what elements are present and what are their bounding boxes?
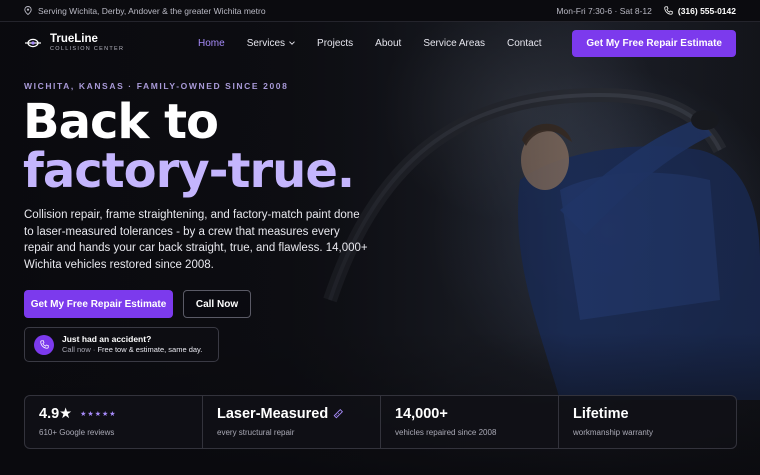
call-now-button[interactable]: Call Now bbox=[183, 290, 251, 318]
nav-item-about[interactable]: About bbox=[375, 38, 401, 49]
accident-sub-emphasis: Free tow & estimate, same day. bbox=[97, 345, 203, 354]
nav-menu: Home Services Projects About Service Are… bbox=[198, 38, 563, 49]
headline-line-2: factory-true. bbox=[23, 143, 355, 199]
nav-item-service-areas[interactable]: Service Areas bbox=[423, 38, 485, 49]
nav-item-home[interactable]: Home bbox=[198, 38, 225, 49]
brand-logo[interactable]: TrueLine COLLISION CENTER bbox=[24, 32, 198, 53]
stat-laser: Laser-Measured every structural repair bbox=[202, 396, 380, 448]
nav-item-projects[interactable]: Projects bbox=[317, 38, 353, 49]
stat-rating: 4.9★ ★★★★★ 610+ Google reviews bbox=[25, 396, 202, 448]
stats-bar: 4.9★ ★★★★★ 610+ Google reviews Laser-Meas… bbox=[24, 395, 737, 449]
accident-callout[interactable]: Just had an accident? Call now · Free to… bbox=[24, 327, 219, 362]
accident-title: Just had an accident? bbox=[62, 334, 152, 344]
stat-warranty-value: Lifetime bbox=[573, 406, 629, 422]
headline-line-1: Back to bbox=[23, 94, 219, 150]
accident-sub-prefix: Call now · bbox=[62, 345, 98, 354]
accident-subtitle: Call now · Free tow & estimate, same day… bbox=[62, 345, 202, 355]
stat-vehicles: 14,000+ vehicles repaired since 2008 bbox=[380, 396, 558, 448]
nav-item-services[interactable]: Services bbox=[247, 38, 295, 49]
location-pin-icon bbox=[24, 6, 32, 15]
trueline-logo-icon bbox=[25, 38, 41, 48]
stat-laser-label: every structural repair bbox=[217, 428, 295, 437]
brand-tagline: COLLISION CENTER bbox=[50, 46, 125, 52]
hero-description: Collision repair, frame straightening, a… bbox=[24, 209, 368, 271]
nav-item-contact[interactable]: Contact bbox=[507, 38, 541, 49]
service-area-text: Serving Wichita, Derby, Andover & the gr… bbox=[38, 5, 266, 16]
accident-phone-badge bbox=[34, 334, 54, 355]
stat-vehicles-value: 14,000+ bbox=[395, 406, 448, 422]
stat-vehicles-label: vehicles repaired since 2008 bbox=[395, 428, 497, 437]
business-hours: Mon-Fri 7:30-6 · Sat 8-12 bbox=[556, 5, 652, 16]
main-navigation: TrueLine COLLISION CENTER Home Services … bbox=[0, 22, 760, 64]
ruler-icon bbox=[333, 409, 344, 419]
phone-icon bbox=[664, 6, 673, 15]
nav-estimate-button[interactable]: Get My Free Repair Estimate bbox=[572, 30, 736, 57]
phone-icon bbox=[39, 340, 49, 349]
top-info-bar: Serving Wichita, Derby, Andover & the gr… bbox=[0, 0, 760, 22]
stat-rating-value: 4.9★ bbox=[39, 406, 73, 422]
rating-stars: ★★★★★ bbox=[80, 411, 117, 418]
brand-name: TrueLine bbox=[50, 32, 98, 45]
topbar-phone-number: (316) 555-0142 bbox=[677, 5, 736, 16]
stat-warranty: Lifetime workmanship warranty bbox=[558, 396, 736, 448]
stat-laser-value: Laser-Measured bbox=[217, 406, 329, 422]
stat-rating-label: 610+ Google reviews bbox=[39, 428, 115, 437]
topbar-phone-link[interactable]: (316) 555-0142 bbox=[664, 6, 736, 16]
hero-eyebrow: WICHITA, KANSAS · FAMILY-OWNED SINCE 200… bbox=[24, 81, 289, 91]
nav-item-services-label: Services bbox=[246, 37, 286, 49]
hero-estimate-button[interactable]: Get My Free Repair Estimate bbox=[24, 290, 173, 318]
chevron-down-icon bbox=[289, 41, 295, 45]
service-area-info: Serving Wichita, Derby, Andover & the gr… bbox=[24, 6, 266, 16]
stat-warranty-label: workmanship warranty bbox=[573, 428, 654, 437]
hero-headline: Back to factory-true. bbox=[23, 94, 355, 199]
